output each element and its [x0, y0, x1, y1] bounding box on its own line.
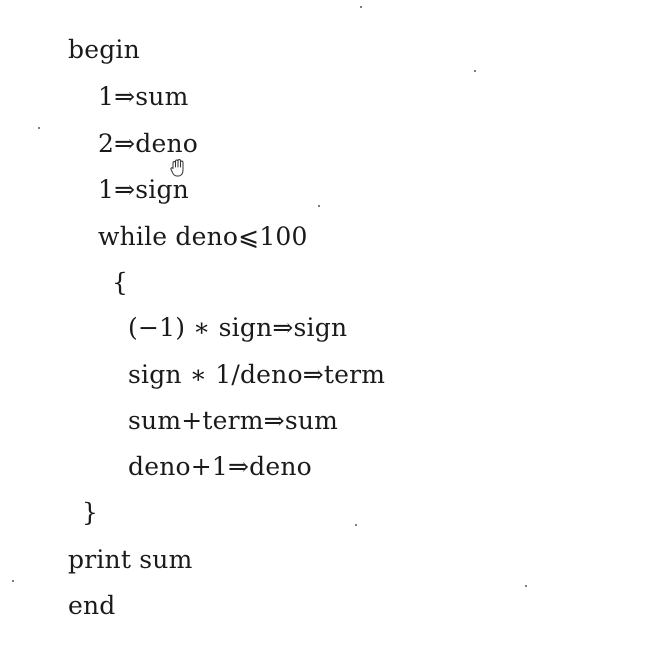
- code-line-init-deno: 2⇒deno: [98, 129, 199, 158]
- scan-speck: [355, 524, 357, 526]
- code-line-while: while deno⩽100: [98, 222, 308, 251]
- scan-speck: [318, 205, 320, 207]
- scan-speck: [360, 6, 362, 8]
- scan-speck: [474, 70, 476, 72]
- scan-speck: [38, 127, 40, 129]
- code-line-open-brace: {: [112, 268, 129, 297]
- scan-speck: [12, 580, 14, 582]
- code-line-begin: begin: [68, 35, 140, 64]
- code-line-compute-term: sign ∗ 1/deno⇒term: [128, 360, 386, 389]
- code-line-end: end: [68, 591, 116, 620]
- code-line-increment-deno: deno+1⇒deno: [128, 452, 312, 481]
- code-line-update-sign: (−1) ∗ sign⇒sign: [128, 313, 348, 342]
- code-line-init-sum: 1⇒sum: [98, 82, 189, 111]
- code-line-close-brace: }: [82, 498, 99, 527]
- hand-cursor-icon: [170, 159, 184, 177]
- code-line-accumulate-sum: sum+term⇒sum: [128, 406, 339, 435]
- scan-speck: [525, 585, 527, 587]
- code-line-print: print sum: [68, 545, 193, 574]
